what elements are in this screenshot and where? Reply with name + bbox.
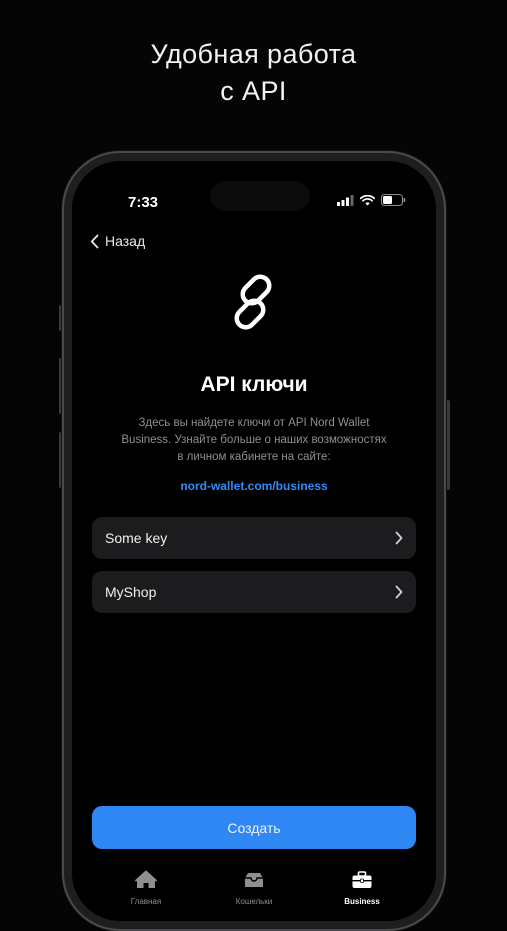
wallet-icon [245, 873, 263, 887]
status-time: 7:33 [128, 194, 159, 211]
headline-line-1: Удобная работа [150, 39, 357, 69]
status-icons [337, 194, 406, 206]
tab-home[interactable]: Главная [101, 870, 191, 906]
chevron-left-icon [90, 234, 99, 248]
description-line: Здесь вы найдете ключи от API Nord Walle… [138, 417, 370, 429]
website-link[interactable]: nord-wallet.com/business [72, 479, 436, 493]
phone-power-button [446, 400, 450, 490]
page-title: API ключи [200, 373, 308, 396]
back-label: Назад [105, 233, 146, 249]
battery-icon [381, 194, 406, 206]
tab-bar: Главная Кошельки Business [72, 866, 436, 921]
page-description: Здесь вы найдете ключи от API Nord Walle… [102, 415, 406, 466]
dynamic-island [210, 181, 310, 211]
api-key-row[interactable]: Some key [92, 517, 416, 559]
description-line: в личном кабинете на сайте: [177, 451, 331, 463]
tab-business[interactable]: Business [317, 870, 407, 906]
api-key-name: Some key [105, 530, 168, 546]
link-icon [234, 274, 272, 330]
tab-wallets[interactable]: Кошельки [209, 870, 299, 906]
chevron-right-icon [395, 585, 403, 599]
home-icon [135, 870, 157, 888]
briefcase-icon [352, 871, 372, 888]
promo-headline: Удобная работа с API [0, 36, 507, 110]
phone-screen: 7:33 Назад API ключи Здесь вы найдете кл… [72, 161, 436, 921]
chevron-right-icon [395, 531, 403, 545]
create-key-button[interactable]: Создать [92, 806, 416, 849]
back-button[interactable]: Назад [90, 233, 145, 249]
tab-label: Кошельки [235, 897, 273, 906]
api-key-name: MyShop [105, 584, 157, 600]
description-line: Business. Узнайте больше о наших возможн… [121, 434, 387, 446]
cellular-signal-icon [337, 194, 354, 206]
api-key-row[interactable]: MyShop [92, 571, 416, 613]
wifi-icon [360, 194, 375, 205]
headline-line-2: с API [220, 76, 287, 106]
phone-frame: 7:33 Назад API ключи Здесь вы найдете кл… [62, 151, 446, 931]
tab-label: Главная [130, 897, 162, 906]
tab-label: Business [344, 897, 380, 906]
